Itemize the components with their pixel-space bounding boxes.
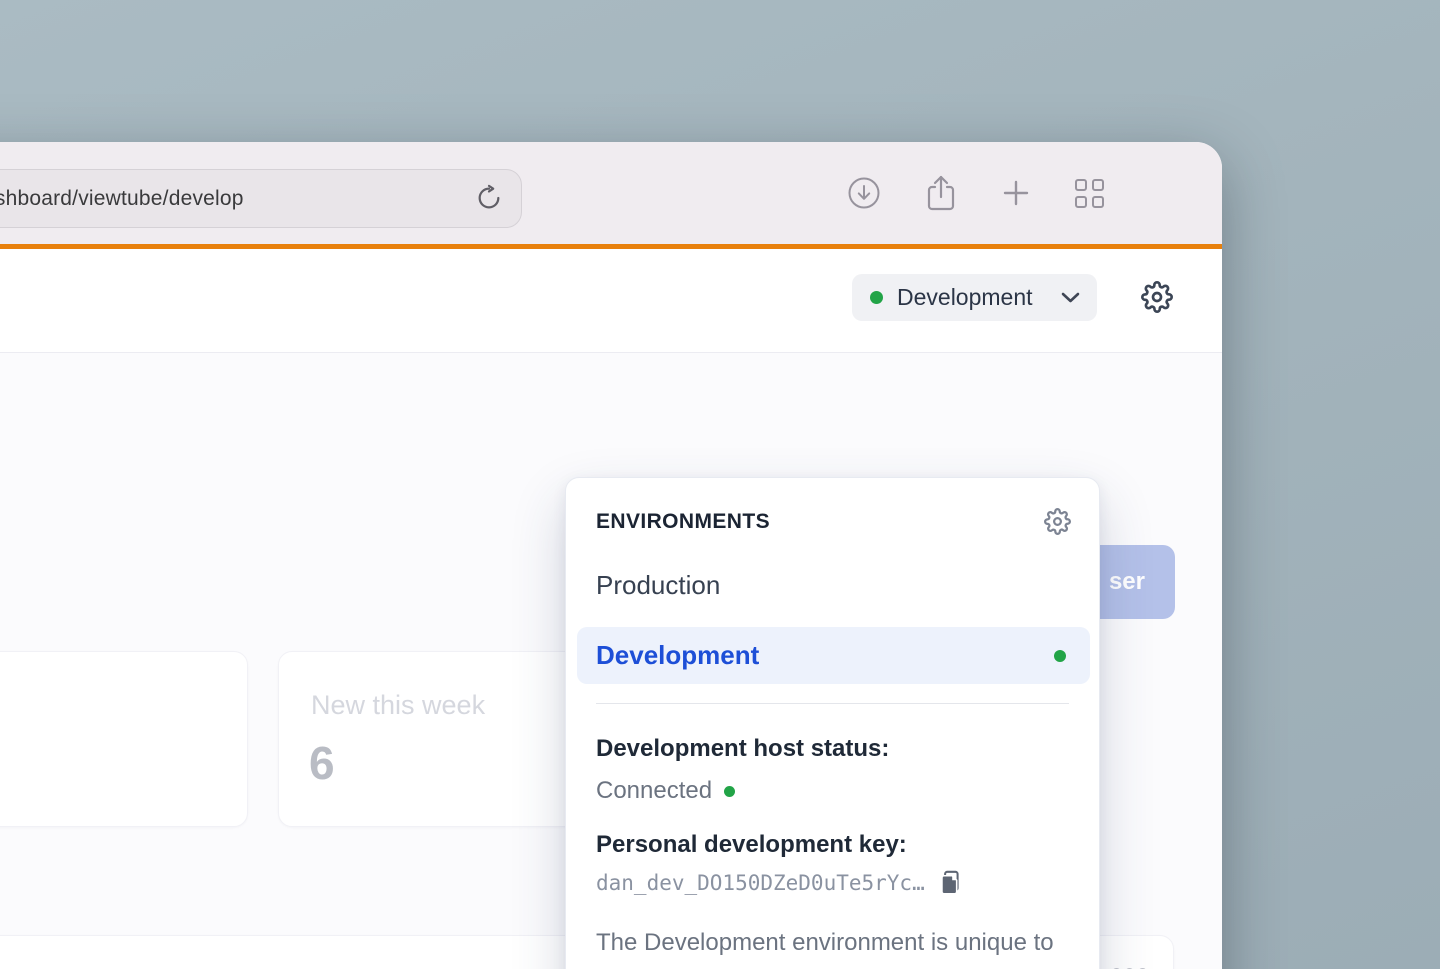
new-tab-icon[interactable] [1001, 178, 1031, 208]
download-icon[interactable] [847, 176, 881, 210]
url-text: ashboard/viewtube/develop [0, 187, 244, 211]
page-content: Development New this week 6 [0, 249, 1222, 969]
environment-option-label: Development [596, 640, 759, 671]
personal-key-label: Personal development key: [596, 831, 907, 859]
tab-overview-icon[interactable] [1075, 179, 1104, 208]
reload-icon[interactable] [475, 184, 503, 212]
environment-selector-button[interactable]: Development [852, 274, 1097, 321]
settings-gear-icon[interactable] [1141, 281, 1173, 313]
popup-divider [596, 703, 1069, 704]
popup-note: The Development environment is unique to… [596, 925, 1066, 969]
browser-window: ashboard/viewtube/develop [0, 142, 1222, 969]
toolbar-buttons [847, 142, 1104, 244]
host-status-label: Development host status: [596, 735, 889, 763]
environment-option-development[interactable]: Development [577, 627, 1090, 684]
screen: ashboard/viewtube/develop [0, 0, 1440, 969]
stat-card-value: 6 [309, 736, 335, 790]
page-header: Development [0, 249, 1222, 353]
status-dot [870, 291, 883, 304]
stat-card [0, 651, 248, 827]
popup-settings-gear-icon[interactable] [1044, 508, 1071, 535]
copy-icon[interactable] [937, 869, 964, 896]
environments-popup: ENVIRONMENTS Production Development Deve… [565, 477, 1100, 969]
host-status-value: Connected [596, 777, 735, 805]
environment-selector-label: Development [897, 284, 1033, 311]
status-dot [1054, 650, 1066, 662]
chevron-down-icon [1060, 291, 1081, 304]
personal-key-value: dan_dev_DO150DZeD0uTe5rYc… [596, 871, 925, 895]
share-icon[interactable] [925, 173, 957, 213]
add-user-button-label: ser [1109, 568, 1145, 596]
status-dot [724, 786, 735, 797]
popup-title: ENVIRONMENTS [596, 510, 770, 534]
environment-option-production[interactable]: Production [596, 570, 720, 601]
stat-card-label: New this week [311, 690, 485, 721]
browser-toolbar: ashboard/viewtube/develop [0, 142, 1222, 244]
learn-more-link[interactable]: Learn more › [800, 965, 945, 969]
address-bar[interactable]: ashboard/viewtube/develop [0, 169, 522, 228]
